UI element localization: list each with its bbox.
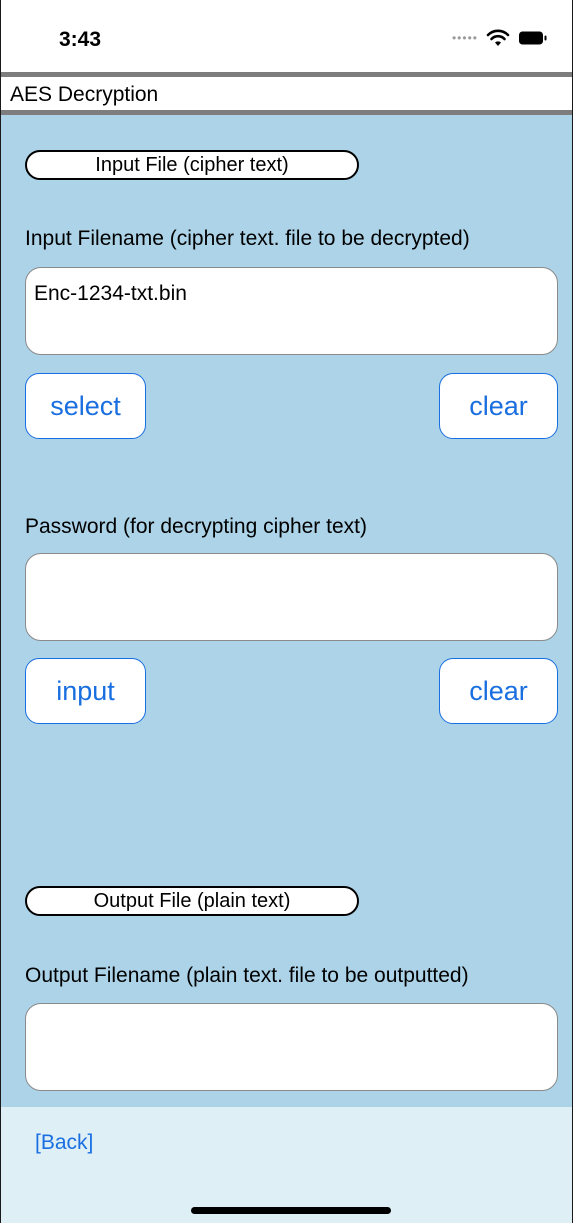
output-file-section-header: Output File (plain text) — [25, 886, 359, 916]
status-bar: 3:43 ••••• — [1, 0, 572, 72]
battery-icon — [519, 31, 547, 45]
output-filename-field[interactable] — [25, 1003, 558, 1091]
bottom-bar: [Back] — [1, 1107, 572, 1223]
password-label: Password (for decrypting cipher text) — [25, 515, 367, 538]
main-content: Input File (cipher text) Input Filename … — [1, 115, 572, 1107]
status-time: 3:43 — [59, 28, 102, 51]
signal-dots-icon: ••••• — [451, 31, 478, 45]
clear-filename-button[interactable]: clear — [439, 373, 558, 439]
title-bar: AES Decryption — [1, 77, 572, 110]
wifi-icon — [486, 29, 510, 46]
input-filename-label: Input Filename (cipher text. file to be … — [25, 227, 470, 250]
input-password-button[interactable]: input — [25, 658, 146, 724]
output-filename-label: Output Filename (plain text. file to be … — [25, 964, 469, 987]
app-screen: 3:43 ••••• AES Decryption Input File (ci… — [0, 0, 573, 1223]
home-indicator[interactable] — [191, 1207, 391, 1214]
select-file-button[interactable]: select — [25, 373, 146, 439]
input-file-section-header: Input File (cipher text) — [25, 150, 359, 180]
status-icons: ••••• — [452, 28, 548, 48]
password-field[interactable] — [25, 553, 558, 641]
back-link[interactable]: [Back] — [35, 1131, 93, 1155]
input-filename-field[interactable]: Enc-1234-txt.bin — [25, 267, 558, 355]
page-title: AES Decryption — [10, 83, 159, 106]
clear-password-button[interactable]: clear — [439, 658, 558, 724]
